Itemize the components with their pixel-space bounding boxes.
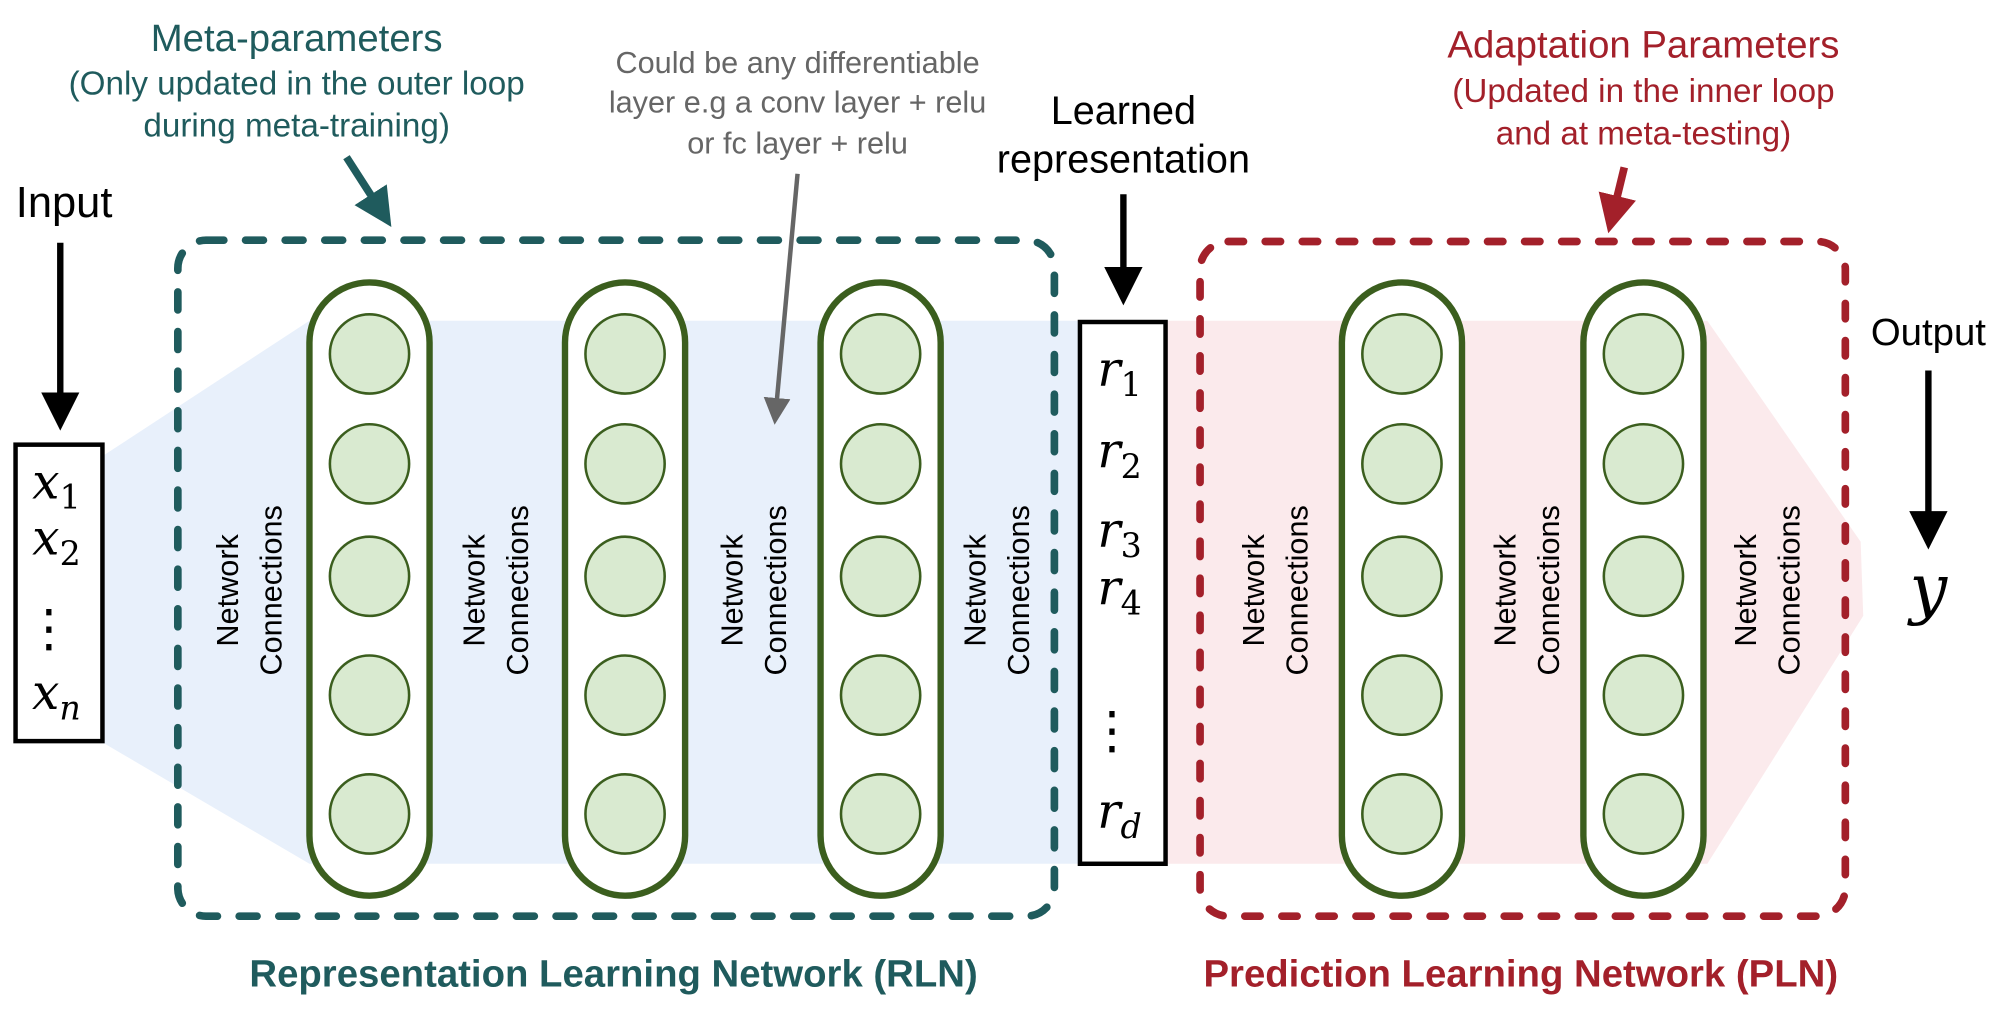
meta-parameters-title: Meta-parameters (151, 17, 443, 60)
neuron (839, 654, 922, 736)
neuron-layer (1338, 279, 1466, 899)
layer-note-2: layer e.g a conv layer + relu (609, 85, 986, 119)
neuron (1361, 773, 1443, 855)
neuron (328, 422, 411, 505)
neuron (328, 313, 411, 395)
neuron-layer (561, 279, 689, 899)
neuron (1361, 313, 1443, 395)
network-label: Network (716, 533, 750, 646)
network-label: Network (211, 533, 245, 646)
learned-label-1: Learned (1051, 89, 1196, 133)
adaptation-parameters-arrow (1598, 166, 1636, 234)
neuron (584, 313, 666, 395)
vector-ellipsis: ⋮ (1086, 702, 1137, 759)
meta-parameters-note-1: (Only updated in the outer loop (69, 66, 525, 103)
output-label: Output (1871, 311, 1986, 354)
connections-label: Connections (501, 505, 535, 675)
neuron (584, 535, 666, 618)
meta-parameters-note-2: during meta-training) (143, 108, 450, 145)
neuron (1602, 773, 1685, 855)
connections-label: Connections (1772, 505, 1806, 675)
neuron (584, 773, 666, 855)
network-label: Network (1237, 533, 1271, 646)
neuron (1361, 535, 1443, 618)
network-label: Network (458, 533, 492, 646)
connections-label: Connections (1532, 505, 1566, 675)
network-label: Network (958, 533, 992, 646)
neuron (839, 535, 922, 618)
learned-label-2: representation (997, 138, 1250, 182)
neuron-layer (1580, 279, 1707, 899)
pln-title: Prediction Learning Network (PLN) (1203, 952, 1838, 995)
neuron (1361, 422, 1443, 505)
neuron (1602, 313, 1685, 395)
neuron (1602, 654, 1685, 736)
connections-label: Connections (759, 505, 793, 675)
meta-learning-diagram: Network Connections Network Connections Netw… (13, 17, 1986, 995)
connections-label: Connections (254, 505, 288, 675)
neuron (839, 422, 922, 505)
adaptation-parameters-note-2: and at meta-testing) (1496, 115, 1791, 152)
neuron (584, 422, 666, 505)
neuron (1361, 654, 1443, 736)
adaptation-parameters-note-1: (Updated in the inner loop (1452, 73, 1834, 110)
neuron (328, 654, 411, 736)
neuron (839, 773, 922, 855)
neuron (1602, 422, 1685, 505)
network-label: Network (1489, 533, 1523, 646)
neuron (839, 313, 922, 395)
connections-label: Connections (1002, 505, 1036, 675)
connections-label: Connections (1280, 505, 1314, 675)
vector-ellipsis: ⋮ (23, 599, 74, 656)
neuron (328, 535, 411, 618)
network-label: Network (1729, 533, 1763, 646)
neuron (328, 773, 411, 855)
neuron (584, 654, 666, 736)
meta-parameters-arrow (343, 155, 392, 227)
adaptation-parameters-title: Adaptation Parameters (1447, 24, 1839, 67)
layer-note-3: or fc layer + relu (687, 126, 908, 160)
input-label: Input (16, 179, 113, 227)
rln-title: Representation Learning Network (RLN) (249, 952, 977, 995)
layer-note-1: Could be any differentiable (615, 46, 979, 80)
output-y: y (1907, 549, 1949, 627)
neuron-layer (817, 279, 944, 899)
neuron (1602, 535, 1685, 618)
neuron-layer (306, 279, 433, 899)
